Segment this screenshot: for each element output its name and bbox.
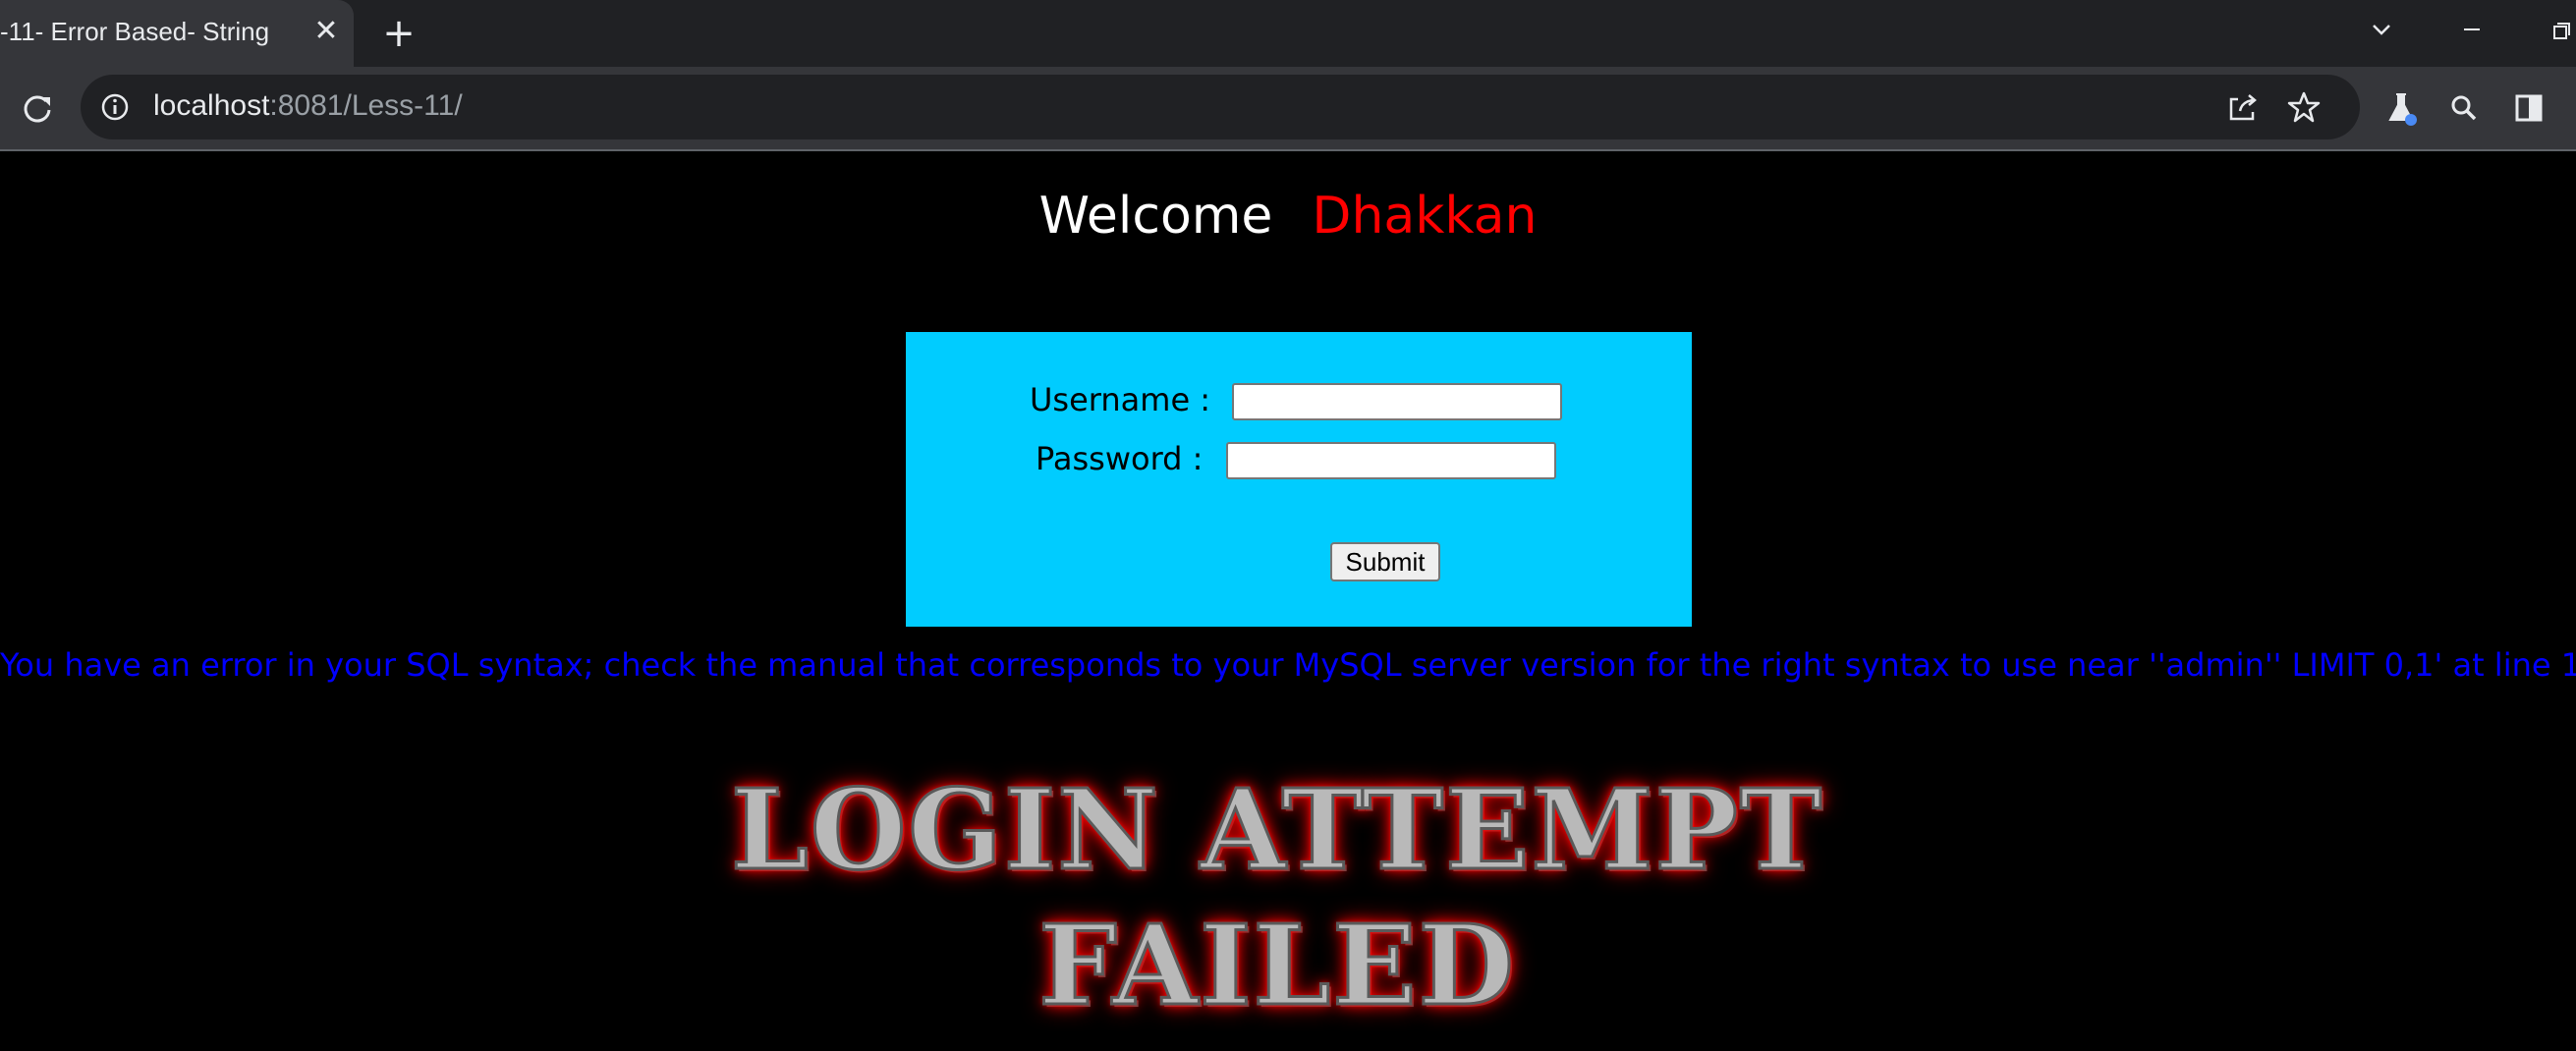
username-input[interactable] <box>1232 383 1562 420</box>
username-label: Username : <box>1030 381 1211 418</box>
tab-strip: -11- Error Based- String ✕ + <box>0 0 2576 67</box>
toolbar-divider <box>0 149 2576 151</box>
restore-icon[interactable] <box>2535 10 2576 49</box>
welcome-text: Welcome <box>1038 187 1273 246</box>
banner-line-2: FAILED <box>1037 901 1516 1032</box>
tab-title: -11- Error Based- String <box>0 17 270 46</box>
sql-error-message: You have an error in your SQL syntax; ch… <box>0 646 2576 684</box>
login-failed-banner: LOGIN ATTEMPT FAILED <box>639 765 1916 1051</box>
search-icon[interactable] <box>2440 84 2488 132</box>
password-input[interactable] <box>1226 442 1556 479</box>
browser-toolbar: localhost:8081/Less-11/ <box>0 67 2576 149</box>
close-icon[interactable]: ✕ <box>308 14 344 49</box>
share-icon[interactable] <box>2222 86 2264 128</box>
welcome-heading: Welcome Dhakkan <box>0 187 2576 246</box>
bookmark-star-icon[interactable] <box>2283 86 2324 128</box>
banner-line-1: LOGIN ATTEMPT <box>729 765 1824 897</box>
browser-tab[interactable]: -11- Error Based- String ✕ <box>0 0 354 67</box>
new-tab-icon[interactable]: + <box>377 12 420 55</box>
url-text[interactable]: localhost:8081/Less-11/ <box>153 89 463 123</box>
submit-button[interactable]: Submit <box>1330 542 1440 581</box>
welcome-name: Dhakkan <box>1312 187 1538 246</box>
address-bar[interactable]: localhost:8081/Less-11/ <box>81 75 2360 139</box>
labs-icon[interactable] <box>2378 84 2425 132</box>
chevron-down-icon[interactable] <box>2358 10 2405 49</box>
reload-icon[interactable] <box>14 84 61 132</box>
minimize-icon[interactable] <box>2448 10 2495 49</box>
password-label: Password : <box>1036 440 1204 477</box>
site-info-icon[interactable] <box>96 88 134 126</box>
sidebar-icon[interactable] <box>2505 84 2552 132</box>
login-form: Username : Password : Submit <box>906 332 1692 627</box>
